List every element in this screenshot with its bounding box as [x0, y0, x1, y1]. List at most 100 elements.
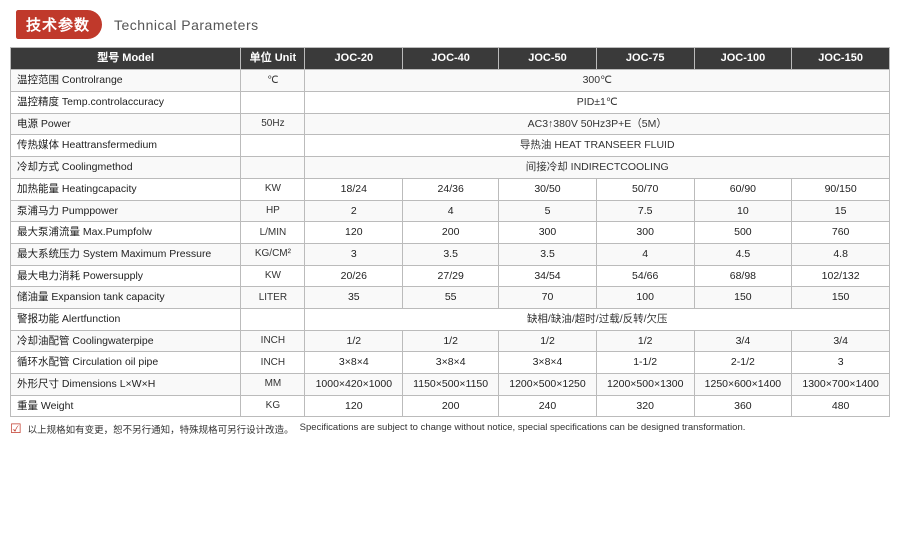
- row-unit: ℃: [241, 70, 305, 92]
- row-cell: 10: [694, 200, 792, 222]
- row-cell: 7.5: [596, 200, 694, 222]
- row-cell: 3×8×4: [403, 352, 499, 374]
- col-unit: 单位 Unit: [241, 48, 305, 70]
- row-cell: 760: [792, 222, 890, 244]
- row-cell: 18/24: [305, 178, 403, 200]
- row-label: 最大系统压力 System Maximum Pressure: [11, 243, 241, 265]
- row-unit: LITER: [241, 287, 305, 309]
- row-label: 泵浦马力 Pumppower: [11, 200, 241, 222]
- specs-table: 型号 Model 单位 Unit JOC-20 JOC-40 JOC-50 JO…: [10, 47, 890, 417]
- row-cell: 240: [499, 395, 597, 417]
- row-cell: 60/90: [694, 178, 792, 200]
- col-joc100: JOC-100: [694, 48, 792, 70]
- row-label: 冷却油配管 Coolingwaterpipe: [11, 330, 241, 352]
- col-joc20: JOC-20: [305, 48, 403, 70]
- row-cell: 4.5: [694, 243, 792, 265]
- row-cell: 3.5: [403, 243, 499, 265]
- row-unit: KG: [241, 395, 305, 417]
- row-label: 重量 Weight: [11, 395, 241, 417]
- col-joc75: JOC-75: [596, 48, 694, 70]
- col-model: 型号 Model: [11, 48, 241, 70]
- table-row: 温控范围 Controlrange℃300℃: [11, 70, 890, 92]
- row-label: 储油量 Expansion tank capacity: [11, 287, 241, 309]
- row-label: 温控精度 Temp.controlaccuracy: [11, 92, 241, 114]
- row-cell: 3.5: [499, 243, 597, 265]
- check-icon: ☑: [10, 421, 22, 437]
- row-cell: 300: [499, 222, 597, 244]
- table-row: 冷却油配管 CoolingwaterpipeINCH1/21/21/21/23/…: [11, 330, 890, 352]
- col-joc150: JOC-150: [792, 48, 890, 70]
- row-cell: 5: [499, 200, 597, 222]
- row-merged-value: 缺相/缺油/超时/过载/反转/欠压: [305, 308, 890, 330]
- table-row: 最大系统压力 System Maximum PressureKG/CM²33.5…: [11, 243, 890, 265]
- row-cell: 4: [596, 243, 694, 265]
- row-cell: 2: [305, 200, 403, 222]
- row-label: 加热能量 Heatingcapacity: [11, 178, 241, 200]
- row-cell: 2-1/2: [694, 352, 792, 374]
- row-unit: KG/CM²: [241, 243, 305, 265]
- row-cell: 102/132: [792, 265, 890, 287]
- row-cell: 1000×420×1000: [305, 374, 403, 396]
- footer-text-en: Specifications are subject to change wit…: [300, 422, 746, 433]
- row-merged-value: PID±1℃: [305, 92, 890, 114]
- table-row: 温控精度 Temp.controlaccuracy PID±1℃: [11, 92, 890, 114]
- row-cell: 1200×500×1250: [499, 374, 597, 396]
- table-row: 最大泵浦流量 Max.PumpfolwL/MIN1202003003005007…: [11, 222, 890, 244]
- row-label: 温控范围 Controlrange: [11, 70, 241, 92]
- row-cell: 1300×700×1400: [792, 374, 890, 396]
- header-subtitle: Technical Parameters: [114, 17, 259, 33]
- row-cell: 15: [792, 200, 890, 222]
- table-row: 最大电力消耗 PowersupplyKW20/2627/2934/5454/66…: [11, 265, 890, 287]
- row-cell: 3: [305, 243, 403, 265]
- col-joc50: JOC-50: [499, 48, 597, 70]
- row-label: 最大泵浦流量 Max.Pumpfolw: [11, 222, 241, 244]
- row-label: 外形尺寸 Dimensions L×W×H: [11, 374, 241, 396]
- row-merged-value: 300℃: [305, 70, 890, 92]
- row-cell: 1250×600×1400: [694, 374, 792, 396]
- row-unit: [241, 92, 305, 114]
- row-cell: 70: [499, 287, 597, 309]
- row-cell: 200: [403, 222, 499, 244]
- row-cell: 500: [694, 222, 792, 244]
- row-unit: KW: [241, 178, 305, 200]
- row-label: 循环水配管 Circulation oil pipe: [11, 352, 241, 374]
- row-cell: 120: [305, 222, 403, 244]
- table-row: 电源 Power50HzAC3↑380V 50Hz3P+E（5M）: [11, 113, 890, 135]
- row-unit: [241, 135, 305, 157]
- row-cell: 34/54: [499, 265, 597, 287]
- header-badge: 技术参数: [16, 10, 102, 39]
- row-unit: MM: [241, 374, 305, 396]
- table-row: 警报功能 Alertfunction 缺相/缺油/超时/过载/反转/欠压: [11, 308, 890, 330]
- table-row: 循环水配管 Circulation oil pipeINCH3×8×43×8×4…: [11, 352, 890, 374]
- footer-note: ☑ 以上规格如有变更，恕不另行通知，特殊规格可另行设计改造。 Specifica…: [0, 417, 900, 437]
- row-cell: 360: [694, 395, 792, 417]
- row-cell: 1/2: [403, 330, 499, 352]
- row-cell: 1-1/2: [596, 352, 694, 374]
- row-unit: KW: [241, 265, 305, 287]
- row-label: 传热媒体 Heattransfermedium: [11, 135, 241, 157]
- row-cell: 20/26: [305, 265, 403, 287]
- row-cell: 3/4: [792, 330, 890, 352]
- row-cell: 90/150: [792, 178, 890, 200]
- row-unit: HP: [241, 200, 305, 222]
- row-cell: 3/4: [694, 330, 792, 352]
- row-cell: 4.8: [792, 243, 890, 265]
- row-cell: 320: [596, 395, 694, 417]
- row-cell: 300: [596, 222, 694, 244]
- row-cell: 200: [403, 395, 499, 417]
- row-label: 警报功能 Alertfunction: [11, 308, 241, 330]
- table-row: 储油量 Expansion tank capacityLITER35557010…: [11, 287, 890, 309]
- row-cell: 35: [305, 287, 403, 309]
- row-cell: 50/70: [596, 178, 694, 200]
- row-cell: 1/2: [596, 330, 694, 352]
- row-cell: 4: [403, 200, 499, 222]
- footer-text-cn: 以上规格如有变更，恕不另行通知，特殊规格可另行设计改造。: [28, 422, 294, 436]
- row-merged-value: 间接冷却 INDIRECTCOOLING: [305, 157, 890, 179]
- table-row: 加热能量 HeatingcapacityKW18/2424/3630/5050/…: [11, 178, 890, 200]
- table-row: 外形尺寸 Dimensions L×W×HMM1000×420×10001150…: [11, 374, 890, 396]
- row-unit: [241, 308, 305, 330]
- row-label: 最大电力消耗 Powersupply: [11, 265, 241, 287]
- row-cell: 150: [694, 287, 792, 309]
- row-label: 电源 Power: [11, 113, 241, 135]
- col-joc40: JOC-40: [403, 48, 499, 70]
